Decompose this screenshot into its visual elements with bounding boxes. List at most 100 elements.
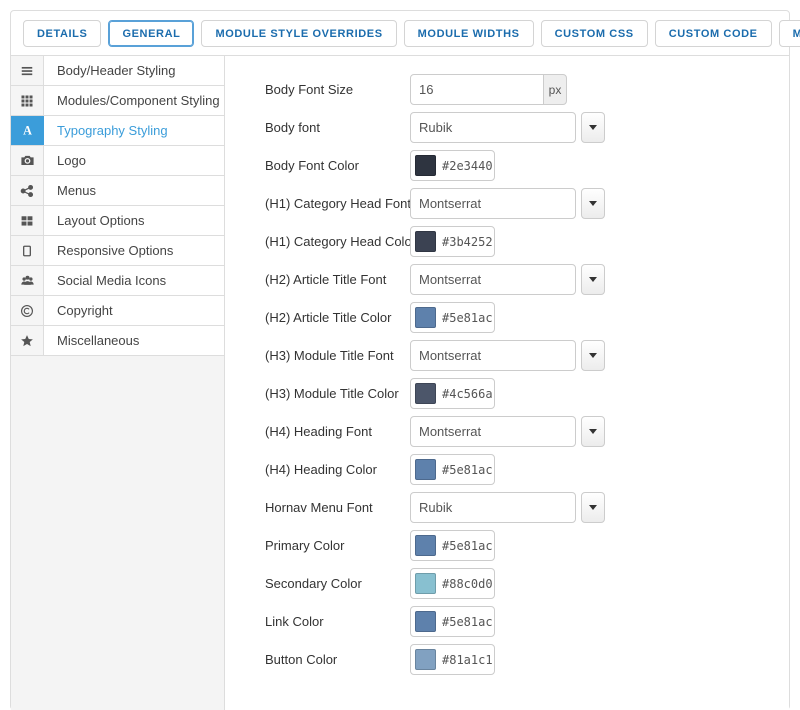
grid-2x2-icon	[20, 214, 34, 228]
tab-custom-code[interactable]: CUSTOM CODE	[654, 20, 772, 47]
field-control: Montserrat	[410, 264, 605, 295]
field-label: Body Font Color	[265, 158, 359, 173]
field-h2-article-title-font: (H2) Article Title Font Montserrat	[265, 264, 789, 295]
field-control: Montserrat	[410, 416, 605, 447]
sidebar-item-icon-cell	[11, 146, 44, 175]
tab-menu-assignment[interactable]: MENU ASSIGNMENT	[778, 20, 800, 47]
field-control: #81a1c1	[410, 644, 495, 675]
sidebar-item-modules-component-styling[interactable]: Modules/Component Styling	[11, 86, 224, 116]
sidebar-item-typography-styling[interactable]: A Typography Styling	[11, 116, 224, 146]
sidebar-item-social-media-icons[interactable]: Social Media Icons	[11, 266, 224, 296]
h2-article-title-font-select[interactable]: Montserrat	[410, 264, 576, 295]
camera-icon	[20, 153, 35, 168]
field-hornav-menu-font: Hornav Menu Font Rubik	[265, 492, 789, 523]
h1-category-head-font-dropdown-button[interactable]	[581, 188, 605, 219]
sidebar-item-body-header-styling[interactable]: Body/Header Styling	[11, 56, 224, 86]
secondary-color-picker[interactable]: #88c0d0	[410, 568, 495, 599]
color-hex-value: #4c566a	[442, 386, 493, 401]
hornav-menu-font-select[interactable]: Rubik	[410, 492, 576, 523]
grid-3x3-icon	[20, 94, 34, 108]
link-color-picker[interactable]: #5e81ac	[410, 606, 495, 637]
field-h1-category-head-font: (H1) Category Head Font Montserrat	[265, 188, 789, 219]
tablet-icon	[20, 244, 34, 258]
sidebar-item-label: Typography Styling	[57, 123, 168, 138]
tab-custom-css[interactable]: CUSTOM CSS	[540, 20, 648, 47]
sidebar-item-copyright[interactable]: Copyright	[11, 296, 224, 326]
field-button-color: Button Color #81a1c1	[265, 644, 789, 675]
settings-sidebar: Body/Header Styling Modules/Component Sty…	[11, 56, 225, 710]
settings-form: Body Font Size px Body font Rubik Body Font …	[225, 56, 789, 710]
color-swatch	[415, 383, 436, 404]
sidebar-item-icon-cell	[11, 86, 44, 115]
select-value: Montserrat	[419, 272, 482, 287]
sidebar-item-icon-cell	[11, 206, 44, 235]
h1-category-head-color-picker[interactable]: #3b4252	[410, 226, 495, 257]
field-control: #88c0d0	[410, 568, 495, 599]
body-font-dropdown-button[interactable]	[581, 112, 605, 143]
field-h1-category-head-color: (H1) Category Head Color #3b4252	[265, 226, 789, 257]
sidebar-item-label: Layout Options	[57, 213, 145, 228]
h3-module-title-color-picker[interactable]: #4c566a	[410, 378, 495, 409]
tab-module-style-overrides[interactable]: MODULE STYLE OVERRIDES	[201, 20, 397, 47]
tab-bar: DETAILS GENERAL MODULE STYLE OVERRIDES MODU…	[11, 11, 800, 56]
sidebar-item-icon-cell	[11, 326, 44, 355]
field-h4-heading-color: (H4) Heading Color #5e81ac	[265, 454, 789, 485]
field-label: (H2) Article Title Font	[265, 272, 387, 287]
caret-down-icon	[589, 505, 597, 510]
field-label: Body Font Size	[265, 82, 354, 97]
field-control: Rubik	[410, 112, 605, 143]
sidebar-item-label: Modules/Component Styling	[57, 93, 220, 108]
field-label: Secondary Color	[265, 576, 362, 591]
color-swatch	[415, 535, 436, 556]
primary-color-picker[interactable]: #5e81ac	[410, 530, 495, 561]
field-control: #5e81ac	[410, 454, 495, 485]
field-primary-color: Primary Color #5e81ac	[265, 530, 789, 561]
field-label: Body font	[265, 120, 320, 135]
tab-general[interactable]: GENERAL	[108, 20, 195, 47]
share-nodes-icon	[20, 184, 34, 198]
color-hex-value: #88c0d0	[442, 576, 493, 591]
h3-module-title-font-dropdown-button[interactable]	[581, 340, 605, 371]
h2-article-title-color-picker[interactable]: #5e81ac	[410, 302, 495, 333]
sidebar-item-responsive-options[interactable]: Responsive Options	[11, 236, 224, 266]
field-control: #5e81ac	[410, 606, 495, 637]
field-label: (H4) Heading Font	[265, 424, 372, 439]
h4-heading-color-picker[interactable]: #5e81ac	[410, 454, 495, 485]
tab-module-widths[interactable]: MODULE WIDTHS	[403, 20, 534, 47]
svg-text:A: A	[23, 123, 32, 137]
body-font-select[interactable]: Rubik	[410, 112, 576, 143]
color-hex-value: #5e81ac	[442, 614, 493, 629]
button-color-picker[interactable]: #81a1c1	[410, 644, 495, 675]
sidebar-item-layout-options[interactable]: Layout Options	[11, 206, 224, 236]
h4-heading-font-dropdown-button[interactable]	[581, 416, 605, 447]
body-font-color-picker[interactable]: #2e3440	[410, 150, 495, 181]
h1-category-head-font-select[interactable]: Montserrat	[410, 188, 576, 219]
field-link-color: Link Color #5e81ac	[265, 606, 789, 637]
sidebar-item-logo[interactable]: Logo	[11, 146, 224, 176]
field-control: Montserrat	[410, 340, 605, 371]
h2-article-title-font-dropdown-button[interactable]	[581, 264, 605, 295]
field-body-font: Body font Rubik	[265, 112, 789, 143]
caret-down-icon	[589, 353, 597, 358]
field-control: #3b4252	[410, 226, 495, 257]
template-settings-panel: DETAILS GENERAL MODULE STYLE OVERRIDES MODU…	[10, 10, 800, 710]
color-swatch	[415, 611, 436, 632]
tab-details[interactable]: DETAILS	[23, 20, 102, 47]
field-h4-heading-font: (H4) Heading Font Montserrat	[265, 416, 789, 447]
caret-down-icon	[589, 125, 597, 130]
field-label: Link Color	[265, 614, 324, 629]
h3-module-title-font-select[interactable]: Montserrat	[410, 340, 576, 371]
sidebar-item-miscellaneous[interactable]: Miscellaneous	[11, 326, 224, 356]
field-control: Montserrat	[410, 188, 605, 219]
field-label: (H3) Module Title Color	[265, 386, 399, 401]
hornav-menu-font-dropdown-button[interactable]	[581, 492, 605, 523]
sidebar-item-icon-cell	[11, 176, 44, 205]
sidebar-item-icon-cell: A	[11, 116, 44, 145]
color-hex-value: #5e81ac	[442, 538, 493, 553]
body-font-size-input[interactable]	[410, 74, 544, 105]
field-label: (H4) Heading Color	[265, 462, 377, 477]
field-label: (H3) Module Title Font	[265, 348, 394, 363]
sidebar-item-menus[interactable]: Menus	[11, 176, 224, 206]
h4-heading-font-select[interactable]: Montserrat	[410, 416, 576, 447]
sidebar-item-icon-cell	[11, 296, 44, 325]
